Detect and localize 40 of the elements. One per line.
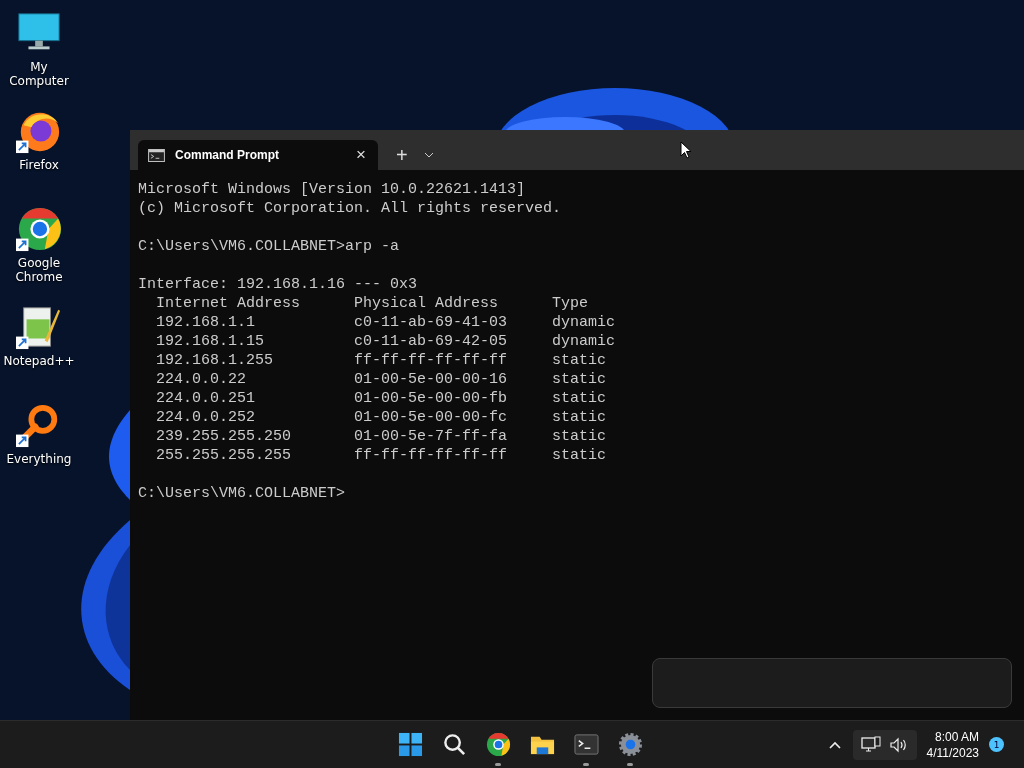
clock-time[interactable]: 8:00 AM [934,728,979,745]
tab-title: Command Prompt [175,148,280,162]
close-tab-button[interactable]: × [352,145,370,165]
terminal-line: Microsoft Windows [Version 10.0.22621.1413] [138,180,527,199]
chevron-up-icon[interactable] [828,740,841,749]
terminal-line: 239.255.255.250 01-00-5e-7f-ff-fa static [155,427,608,446]
terminal-line: (c) Microsoft Corporation. All rights reserved. [138,199,563,218]
settings-icon[interactable] [617,732,643,757]
notification-badge[interactable]: 1 [989,737,1004,752]
notepad-icon[interactable] [16,304,62,350]
terminal-line: 255.255.255.255 ff-ff-ff-ff-ff-ff static [155,446,608,465]
console-icon [148,148,165,162]
terminal-line: 192.168.1.15 c0-11-ab-69-42-05 dynamic [155,332,617,351]
clock-date[interactable]: 4/11/2023 [926,744,979,761]
desktop-icon-label[interactable]: Google Chrome [0,256,78,284]
terminal-icon[interactable] [573,732,599,757]
mouse-pointer-icon [680,141,692,159]
ring-logo-icon[interactable] [485,732,511,757]
new-tab-button[interactable]: + [388,140,416,170]
terminal-tab[interactable]: Command Prompt × [138,140,378,170]
quick-settings-button[interactable] [852,729,917,760]
desktop-icon-label[interactable]: Notepad++ [3,354,75,368]
terminal-line: Internet Address Physical Address Type [155,294,590,313]
ring-logo-icon[interactable] [16,206,62,252]
volume-icon [888,735,909,754]
desktop-icon-label[interactable]: My Computer [0,60,78,88]
desktop-icon-label[interactable]: Everything [6,452,72,466]
dropdown-icon[interactable] [423,152,434,158]
terminal-line: C:\Users\VM6.COLLABNET>arp -a [138,237,401,256]
terminal-line: Interface: 192.168.1.16 --- 0x3 [138,275,419,294]
terminal-line: 224.0.0.252 01-00-5e-00-00-fc static [155,408,608,427]
start-icon[interactable] [397,732,423,757]
terminal-line: 192.168.1.255 ff-ff-ff-ff-ff-ff static [155,351,608,370]
network-icon [860,735,881,754]
terminal-line: C:\Users\VM6.COLLABNET> [138,484,347,503]
terminal-line: 192.168.1.1 c0-11-ab-69-41-03 dynamic [155,313,617,332]
desktop-icon-label[interactable]: Firefox [19,158,59,172]
terminal-line: 224.0.0.22 01-00-5e-00-00-16 static [155,370,608,389]
terminal-line: 224.0.0.251 01-00-5e-00-00-fb static [155,389,608,408]
search-icon[interactable] [441,732,467,757]
